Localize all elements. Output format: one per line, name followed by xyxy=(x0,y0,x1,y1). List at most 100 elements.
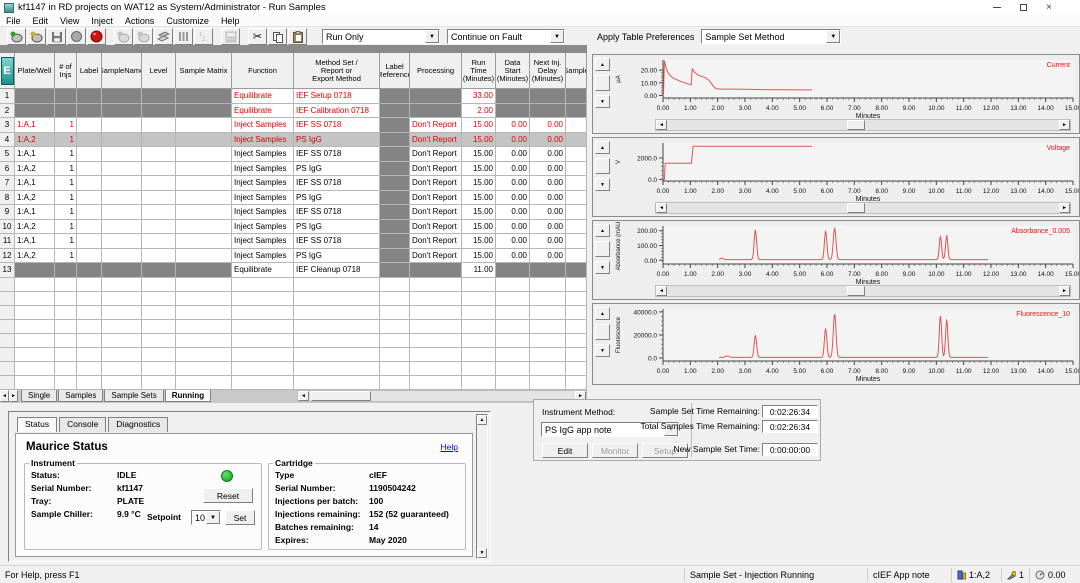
empty-cell[interactable] xyxy=(176,376,232,390)
cell-matrix[interactable] xyxy=(176,205,232,220)
cell-plate[interactable]: 1:A,1 xyxy=(15,234,55,249)
cell-func[interactable]: Equilibrate xyxy=(232,263,294,278)
empty-cell[interactable] xyxy=(142,320,176,334)
empty-cell[interactable] xyxy=(462,362,496,376)
run-single-button[interactable] xyxy=(7,28,26,45)
plates-icon[interactable] xyxy=(154,28,173,45)
cell-method[interactable]: PS IgG xyxy=(294,133,380,148)
cell-extra[interactable] xyxy=(566,133,587,148)
row-number[interactable]: 11 xyxy=(0,234,15,249)
empty-cell[interactable] xyxy=(77,348,102,362)
empty-cell[interactable] xyxy=(380,292,410,306)
cell-injs[interactable] xyxy=(55,89,77,104)
scroll-right-icon[interactable]: ► xyxy=(1059,203,1070,213)
menu-customize[interactable]: Customize xyxy=(160,16,215,26)
cell-level[interactable] xyxy=(142,191,176,206)
empty-cell[interactable] xyxy=(55,320,77,334)
empty-cell[interactable] xyxy=(77,320,102,334)
minimize-button[interactable] xyxy=(984,0,1010,15)
tab-samples[interactable]: Samples xyxy=(58,390,103,402)
axis-scale-button[interactable] xyxy=(595,75,610,91)
edit-button[interactable]: Edit xyxy=(542,443,588,458)
cell-sample[interactable] xyxy=(102,191,142,206)
cell-ref[interactable] xyxy=(380,162,410,177)
empty-cell[interactable] xyxy=(55,362,77,376)
empty-cell[interactable] xyxy=(15,292,55,306)
empty-cell[interactable] xyxy=(410,362,462,376)
zoom-in-icon[interactable]: ▲ xyxy=(595,58,610,71)
row-number[interactable]: 7 xyxy=(0,176,15,191)
empty-cell[interactable] xyxy=(294,292,380,306)
cell-run[interactable]: 15.00 xyxy=(462,176,496,191)
empty-cell[interactable] xyxy=(566,376,587,390)
empty-cell[interactable] xyxy=(15,376,55,390)
cell-delay[interactable]: 0.00 xyxy=(530,249,566,264)
cell-method[interactable]: IEF Calibration 0718 xyxy=(294,104,380,119)
empty-cell[interactable] xyxy=(496,320,530,334)
cell-method[interactable]: IEF SS 0718 xyxy=(294,147,380,162)
cell-label[interactable] xyxy=(77,205,102,220)
cell-matrix[interactable] xyxy=(176,104,232,119)
cell-method[interactable]: PS IgG xyxy=(294,249,380,264)
cell-extra[interactable] xyxy=(566,220,587,235)
empty-cell[interactable] xyxy=(380,306,410,320)
scroll-right-icon[interactable]: ► xyxy=(1059,286,1070,296)
cell-run[interactable]: 15.00 xyxy=(462,162,496,177)
set-button[interactable]: Set xyxy=(225,510,255,525)
run-batch-button[interactable] xyxy=(27,28,46,45)
empty-cell[interactable] xyxy=(380,376,410,390)
cell-start[interactable] xyxy=(496,89,530,104)
cell-plate[interactable]: 1:A,2 xyxy=(15,133,55,148)
cell-plate[interactable]: 1:A,1 xyxy=(15,176,55,191)
cell-sample[interactable] xyxy=(102,147,142,162)
scrollbar-thumb[interactable] xyxy=(311,391,371,401)
empty-cell[interactable] xyxy=(380,348,410,362)
empty-cell[interactable] xyxy=(462,292,496,306)
cell-start[interactable]: 0.00 xyxy=(496,249,530,264)
cell-delay[interactable] xyxy=(530,263,566,278)
empty-cell[interactable] xyxy=(15,320,55,334)
cell-func[interactable]: Inject Samples xyxy=(232,249,294,264)
cell-label[interactable] xyxy=(77,147,102,162)
chart-h-scrollbar[interactable]: ◄► xyxy=(655,285,1071,297)
cell-ref[interactable] xyxy=(380,133,410,148)
empty-cell[interactable] xyxy=(102,320,142,334)
cell-label[interactable] xyxy=(77,234,102,249)
cell-proc[interactable]: Don't Report xyxy=(410,191,462,206)
cell-run[interactable]: 15.00 xyxy=(462,133,496,148)
row-number[interactable]: 4 xyxy=(0,133,15,148)
reset-button[interactable]: Reset xyxy=(203,488,253,503)
cell-func[interactable]: Inject Samples xyxy=(232,147,294,162)
cell-label[interactable] xyxy=(77,133,102,148)
empty-cell[interactable] xyxy=(566,348,587,362)
cell-matrix[interactable] xyxy=(176,249,232,264)
cell-matrix[interactable] xyxy=(176,89,232,104)
scroll-down-icon[interactable]: ▼ xyxy=(477,548,487,558)
empty-cell[interactable] xyxy=(55,292,77,306)
cell-method[interactable]: IEF SS 0718 xyxy=(294,176,380,191)
cell-label[interactable] xyxy=(77,191,102,206)
row-number[interactable] xyxy=(0,278,15,292)
cell-level[interactable] xyxy=(142,205,176,220)
zoom-out-icon[interactable]: ▼ xyxy=(595,178,610,191)
cell-proc[interactable]: Don't Report xyxy=(410,176,462,191)
empty-cell[interactable] xyxy=(566,334,587,348)
menu-file[interactable]: File xyxy=(0,16,27,26)
cell-level[interactable] xyxy=(142,220,176,235)
empty-cell[interactable] xyxy=(232,334,294,348)
row-number[interactable] xyxy=(0,348,15,362)
scroll-left-icon[interactable]: ◄ xyxy=(656,203,667,213)
cell-label[interactable] xyxy=(77,220,102,235)
cell-level[interactable] xyxy=(142,176,176,191)
cell-func[interactable]: Inject Samples xyxy=(232,234,294,249)
empty-cell[interactable] xyxy=(232,278,294,292)
cell-func[interactable]: Inject Samples xyxy=(232,205,294,220)
row-number[interactable]: 8 xyxy=(0,191,15,206)
cell-delay[interactable]: 0.00 xyxy=(530,191,566,206)
empty-cell[interactable] xyxy=(530,292,566,306)
cell-start[interactable]: 0.00 xyxy=(496,118,530,133)
restore-button[interactable] xyxy=(1010,0,1036,15)
empty-cell[interactable] xyxy=(462,334,496,348)
cell-method[interactable]: IEF Cleanup 0718 xyxy=(294,263,380,278)
empty-cell[interactable] xyxy=(176,320,232,334)
